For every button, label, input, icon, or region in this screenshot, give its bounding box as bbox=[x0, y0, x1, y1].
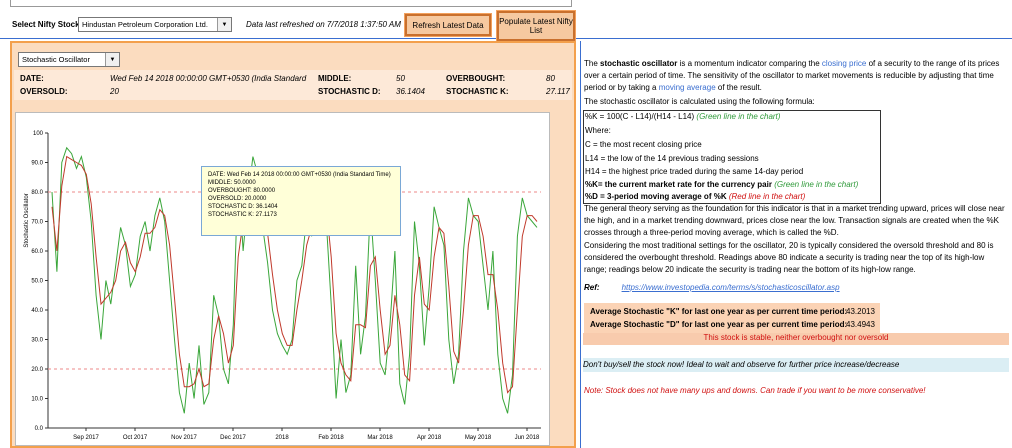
select-stock-label: Select Nifty Stock: bbox=[12, 20, 83, 29]
y-tick-label: 0.0 bbox=[35, 426, 44, 432]
y-tick-label: 40.0 bbox=[31, 308, 43, 314]
y-tick-label: 60.0 bbox=[31, 249, 43, 255]
formula-k-def-text: %K= the current market rate for the curr… bbox=[585, 180, 772, 189]
indicator-select[interactable]: Stochastic Oscillator ▼ bbox=[18, 52, 120, 67]
formula-k-note: (Green line in the chart) bbox=[696, 112, 781, 121]
y-tick-label: 20.0 bbox=[31, 367, 43, 373]
oversold-value: 20 bbox=[110, 87, 119, 96]
x-tick-label: Mar 2018 bbox=[367, 435, 393, 441]
formula-l14: L14 = the low of the 14 previous trading… bbox=[585, 154, 759, 163]
avg-d-value: 43.4943 bbox=[846, 320, 875, 329]
x-tick-label: Oct 2017 bbox=[123, 435, 148, 441]
formula-k-def: %K= the current market rate for the curr… bbox=[585, 179, 858, 191]
tooltip-date: DATE: Wed Feb 14 2018 00:00:00 GMT+0530 … bbox=[208, 172, 391, 178]
x-tick-label: Sep 2017 bbox=[73, 435, 99, 441]
formula-c: C = the most recent closing price bbox=[585, 140, 702, 149]
middle-value: 50 bbox=[396, 74, 405, 83]
x-tick-label: Nov 2017 bbox=[171, 435, 197, 441]
date-value: Wed Feb 14 2018 00:00:00 GMT+0530 (India… bbox=[110, 74, 308, 83]
overbought-label: OVERBOUGHT: bbox=[446, 74, 506, 83]
stable-status-bar: This stock is stable, neither overbought… bbox=[583, 333, 1009, 345]
populate-nifty-button[interactable]: Populate Latest Nifty List bbox=[497, 11, 575, 41]
indicator-select-value: Stochastic Oscillator bbox=[22, 55, 90, 64]
stochastic-d-label: STOCHASTIC D: bbox=[318, 87, 381, 96]
formula-d-def-note: (Red line in the chart) bbox=[728, 192, 806, 201]
moving-average-link[interactable]: moving average bbox=[659, 83, 716, 92]
tooltip-middle: MIDDLE: 50.0000 bbox=[208, 180, 256, 186]
stochastic-d-value: 36.1404 bbox=[396, 87, 425, 96]
formula-d-def: %D = 3-period moving average of %K (Red … bbox=[585, 191, 805, 203]
x-tick-label: 2018 bbox=[275, 435, 289, 441]
last-refreshed-text: Data last refreshed on 7/7/2018 1:37:50 … bbox=[246, 20, 401, 29]
intro-text: of the result. bbox=[715, 83, 762, 92]
note-text: Note: Stock does not have many ups and d… bbox=[584, 386, 926, 395]
avg-d-label: Average Stochastic "D" for last one year… bbox=[590, 320, 848, 329]
tooltip-overbought: OVERBOUGHT: 80.0000 bbox=[208, 188, 276, 194]
stock-select-value: Hindustan Petroleum Corporation Ltd. bbox=[82, 20, 208, 29]
tooltip-oversold: OVERSOLD: 20.0000 bbox=[208, 196, 267, 202]
chevron-down-icon[interactable]: ▼ bbox=[217, 18, 231, 31]
stable-status-text: This stock is stable, neither overbought… bbox=[703, 333, 889, 342]
chevron-down-icon[interactable]: ▼ bbox=[105, 53, 119, 66]
formula-h14: H14 = the highest price traded during th… bbox=[585, 167, 804, 176]
stock-select[interactable]: Hindustan Petroleum Corporation Ltd. ▼ bbox=[78, 17, 232, 32]
formula-intro: The stochastic oscillator is calculated … bbox=[584, 97, 815, 106]
x-tick-label: Feb 2018 bbox=[318, 435, 344, 441]
y-tick-label: 30.0 bbox=[31, 338, 43, 344]
y-tick-label: 10.0 bbox=[31, 397, 43, 403]
investopedia-link[interactable]: https://www.investopedia.com/terms/s/sto… bbox=[622, 283, 840, 292]
x-tick-label: Apr 2018 bbox=[417, 435, 442, 441]
tooltip-stochastic-d: STOCHASTIC D: 36.1404 bbox=[208, 204, 278, 210]
chart-area: 0.0 10.0 20.0 30.0 40.0 50.0 60.0 70.0 80.0 90.0 1… bbox=[15, 112, 550, 446]
y-tick-label: 90.0 bbox=[31, 161, 43, 167]
y-axis-title: Stochastic Oscillator bbox=[24, 193, 30, 247]
theory-paragraph: The general theory serving as the founda… bbox=[584, 204, 1005, 237]
intro-paragraph: The stochastic oscillator is a momentum … bbox=[584, 58, 1008, 94]
intro-term: stochastic oscillator bbox=[600, 59, 678, 68]
overbought-value: 80 bbox=[546, 74, 555, 83]
y-tick-label: 70.0 bbox=[31, 220, 43, 226]
x-tick-label: Jun 2018 bbox=[515, 435, 540, 441]
middle-label: MIDDLE: bbox=[318, 74, 352, 83]
intro-text: The bbox=[584, 59, 601, 68]
chart-tooltip: DATE: Wed Feb 14 2018 00:00:00 GMT+0530 … bbox=[201, 166, 401, 236]
y-tick-label: 80.0 bbox=[31, 190, 43, 196]
intro-text: is a momentum indicator comparing the bbox=[677, 59, 822, 68]
x-tick-label: May 2018 bbox=[465, 435, 492, 441]
formula-k: %K = 100(C - L14)/(H14 - L14) (Green lin… bbox=[585, 111, 780, 123]
stochastic-k-label: STOCHASTIC K: bbox=[446, 87, 509, 96]
advice-text: Don't buy/sell the stock now! Ideal to w… bbox=[583, 360, 900, 369]
formula-k-text: %K = 100(C - L14)/(H14 - L14) bbox=[585, 112, 695, 121]
ref-row: Ref: https://www.investopedia.com/terms/s… bbox=[584, 282, 840, 294]
tooltip-stochastic-k: STOCHASTIC K: 27.1173 bbox=[208, 212, 277, 218]
formula-d-def-text: %D = 3-period moving average of %K bbox=[585, 192, 727, 201]
advice-bar: Don't buy/sell the stock now! Ideal to w… bbox=[583, 358, 1009, 372]
x-tick-label: Dec 2017 bbox=[220, 435, 246, 441]
formula-k-def-note: (Green line in the chart) bbox=[774, 180, 859, 189]
y-tick-label: 100 bbox=[33, 131, 44, 137]
refresh-button[interactable]: Refresh Latest Data bbox=[405, 14, 491, 36]
oversold-label: OVERSOLD: bbox=[20, 87, 68, 96]
date-label: DATE: bbox=[20, 74, 44, 83]
avg-k-label: Average Stochastic "K" for last one year… bbox=[590, 307, 848, 316]
stochastic-k-value: 27.117 bbox=[546, 87, 570, 96]
avg-k-value: 43.2013 bbox=[846, 307, 875, 316]
ref-label: Ref: bbox=[584, 283, 600, 292]
y-tick-label: 50.0 bbox=[31, 279, 43, 285]
thresholds-paragraph: Considering the most traditional setting… bbox=[584, 241, 994, 274]
stochastic-chart[interactable]: 0.0 10.0 20.0 30.0 40.0 50.0 60.0 70.0 80.0 90.0 1… bbox=[16, 113, 549, 445]
formula-where: Where: bbox=[585, 126, 611, 135]
closing-price-link[interactable]: closing price bbox=[822, 59, 866, 68]
